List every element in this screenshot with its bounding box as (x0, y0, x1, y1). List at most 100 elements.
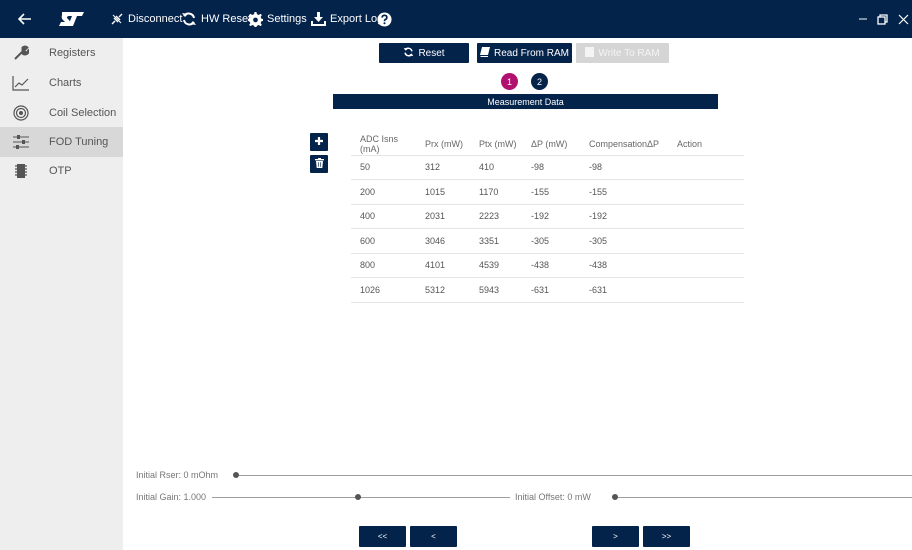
table-row[interactable]: 1026 5312 5943 -631 -631 (351, 277, 744, 303)
cell-prx[interactable]: 1015 (416, 179, 470, 204)
next-page-button[interactable]: > (592, 526, 639, 547)
back-arrow-icon[interactable] (18, 0, 32, 38)
cell-compensation: -305 (580, 228, 668, 253)
save-icon (585, 46, 598, 60)
write-to-ram-label: Write To RAM (598, 47, 660, 59)
reset-label: Reset (418, 47, 445, 59)
cell-ptx[interactable]: 4539 (470, 252, 522, 278)
sidebar-item-charts[interactable]: Charts (0, 68, 123, 98)
cell-action[interactable] (668, 154, 744, 180)
export-log-label: Export Log (330, 13, 384, 25)
minimize-icon[interactable] (858, 0, 868, 38)
table-row[interactable]: 400 2031 2223 -192 -192 (351, 203, 744, 229)
gain-slider-thumb[interactable] (355, 494, 361, 500)
cell-ptx[interactable]: 2223 (470, 203, 522, 229)
first-page-button[interactable]: << (359, 526, 406, 547)
sidebar-item-fod-tuning[interactable]: FOD Tuning (0, 127, 123, 157)
cell-compensation: -438 (580, 252, 668, 278)
read-from-ram-label: Read From RAM (493, 47, 569, 59)
download-icon (311, 12, 326, 26)
coil-icon (12, 104, 30, 122)
cell-action[interactable] (668, 228, 744, 253)
write-to-ram-button[interactable]: Write To RAM (576, 43, 669, 63)
hw-reset-button[interactable]: HW Reset (181, 0, 251, 38)
offset-slider-thumb[interactable] (612, 494, 618, 500)
cell-adc[interactable]: 200 (351, 179, 416, 204)
sidebar-item-registers[interactable]: Registers (0, 38, 123, 68)
restore-icon[interactable] (877, 0, 888, 38)
cell-compensation: -192 (580, 203, 668, 229)
previous-page-button[interactable]: < (410, 526, 457, 547)
step-1[interactable]: 1 (501, 73, 518, 90)
gain-label: Initial Gain: 1.000 (136, 492, 207, 502)
table-row[interactable]: 50 312 410 -98 -98 (351, 154, 744, 180)
disconnect-icon (110, 12, 124, 26)
column-header-delta-p: ΔP (mW) (531, 138, 568, 149)
offset-slider-track[interactable] (612, 497, 912, 498)
gear-icon (248, 11, 263, 27)
cell-adc[interactable]: 400 (351, 203, 416, 229)
cell-action[interactable] (668, 179, 744, 204)
close-icon[interactable] (898, 0, 909, 38)
refresh-icon (403, 47, 418, 60)
table-row[interactable]: 200 1015 1170 -155 -155 (351, 179, 744, 204)
table-row[interactable]: 800 4101 4539 -438 -438 (351, 252, 744, 278)
sidebar: Registers Charts Coil Selection FOD Tuni… (0, 38, 123, 550)
st-logo (58, 0, 84, 38)
cell-prx[interactable]: 312 (416, 154, 470, 180)
disconnect-button[interactable]: Disconnect (110, 0, 182, 38)
cell-adc[interactable]: 600 (351, 228, 416, 253)
help-icon[interactable] (377, 0, 392, 38)
cell-compensation: -631 (580, 277, 668, 303)
cell-delta-p: -155 (522, 179, 580, 204)
rser-slider-thumb[interactable] (233, 472, 239, 478)
line-chart-icon (12, 74, 30, 92)
table-row[interactable]: 600 3046 3351 -305 -305 (351, 228, 744, 253)
cell-adc[interactable]: 1026 (351, 277, 416, 303)
rser-slider-track[interactable] (236, 475, 912, 476)
sidebar-item-label: OTP (49, 165, 72, 177)
cell-prx[interactable]: 5312 (416, 277, 470, 303)
cell-compensation: -98 (580, 154, 668, 180)
cell-action[interactable] (668, 277, 744, 303)
sidebar-item-coil-selection[interactable]: Coil Selection (0, 98, 123, 128)
book-icon (479, 46, 494, 60)
cell-ptx[interactable]: 410 (470, 154, 522, 180)
column-header-compensation: CompensationΔP (589, 138, 660, 149)
cell-delta-p: -192 (522, 203, 580, 229)
sidebar-item-label: Coil Selection (49, 107, 117, 119)
sliders-icon (12, 133, 30, 151)
cell-ptx[interactable]: 5943 (470, 277, 522, 303)
add-row-button[interactable] (310, 133, 328, 151)
column-header-action: Action (677, 138, 703, 149)
export-log-button[interactable]: Export Log (311, 0, 383, 38)
settings-label: Settings (267, 13, 307, 25)
cell-ptx[interactable]: 3351 (470, 228, 522, 253)
settings-button[interactable]: Settings (248, 0, 307, 38)
cell-prx[interactable]: 3046 (416, 228, 470, 253)
cell-ptx[interactable]: 1170 (470, 179, 522, 204)
plus-icon (314, 133, 324, 151)
reset-button[interactable]: Reset (379, 43, 469, 63)
cell-delta-p: -438 (522, 252, 580, 278)
column-header-adc: ADC Isns (mA) (360, 133, 399, 154)
sidebar-item-label: FOD Tuning (49, 136, 109, 148)
trash-icon (314, 155, 324, 173)
cell-prx[interactable]: 4101 (416, 252, 470, 278)
chip-icon (12, 162, 30, 180)
cell-action[interactable] (668, 203, 744, 229)
cell-action[interactable] (668, 252, 744, 278)
sidebar-item-label: Charts (49, 77, 82, 89)
read-from-ram-button[interactable]: Read From RAM (477, 43, 572, 63)
cell-adc[interactable]: 800 (351, 252, 416, 278)
sidebar-item-otp[interactable]: OTP (0, 156, 123, 186)
cell-prx[interactable]: 2031 (416, 203, 470, 229)
cell-adc[interactable]: 50 (351, 154, 416, 180)
hw-reset-label: HW Reset (201, 13, 252, 25)
refresh-icon (181, 12, 197, 26)
offset-label: Initial Offset: 0 mW (515, 492, 591, 502)
delete-row-button[interactable] (310, 155, 328, 173)
last-page-button[interactable]: >> (643, 526, 690, 547)
gain-slider-track[interactable] (212, 497, 510, 498)
step-2[interactable]: 2 (531, 73, 548, 90)
